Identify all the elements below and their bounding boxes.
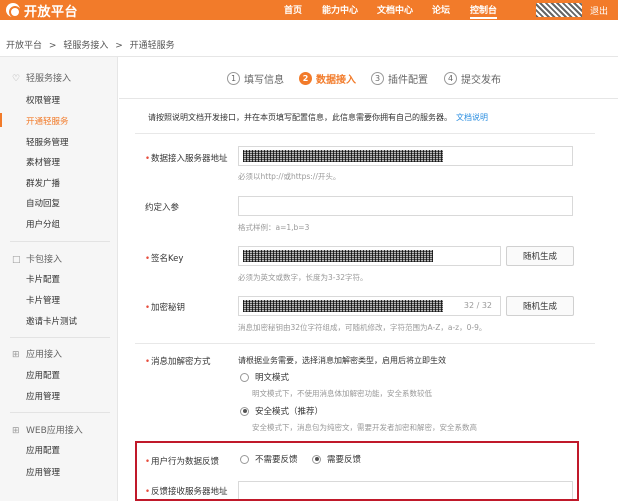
- breadcrumb-item: 开通轻服务: [129, 41, 175, 51]
- step-indicator: 1 填写信息 2 数据接入 3 插件配置 4 提交发布: [119, 57, 618, 99]
- sidebar-group-light-service[interactable]: ♡ 轻服务接入: [12, 71, 71, 84]
- masked-value: [243, 250, 433, 262]
- sidebar-item-materials[interactable]: 素材管理: [26, 156, 60, 168]
- heart-icon: ♡: [12, 74, 21, 84]
- char-counter: 32 / 32: [463, 301, 492, 310]
- plaintext-mode-desc: 明文模式下，不使用消息体加解密功能，安全系数较低: [252, 389, 432, 398]
- sidebar-item-app-config[interactable]: 应用配置: [26, 369, 60, 381]
- sidebar-group-card-package[interactable]: □ 卡包接入: [12, 252, 62, 265]
- grid-icon: ⊞: [12, 426, 20, 436]
- sidebar-item-web-app-config[interactable]: 应用配置: [26, 444, 60, 456]
- radio-secure-mode[interactable]: 安全模式（推荐）: [240, 405, 323, 417]
- step-submit-publish: 4 提交发布: [444, 71, 501, 86]
- server-url-hint: 必须以http://或https://开头。: [238, 172, 341, 181]
- sidebar-item-permissions[interactable]: 权限管理: [26, 94, 60, 106]
- breadcrumb-separator: >: [48, 41, 57, 51]
- nav-capability-center[interactable]: 能力中心: [322, 3, 358, 16]
- logo-icon: [6, 3, 21, 18]
- sidebar-item-web-app-management[interactable]: 应用管理: [26, 466, 60, 478]
- user-avatar-masked[interactable]: [536, 3, 582, 17]
- random-generate-key-button[interactable]: 随机生成: [506, 246, 574, 266]
- sidebar-item-user-groups[interactable]: 用户分组: [26, 218, 60, 230]
- sign-key-hint: 必须为英文或数字，长度为3-32字符。: [238, 273, 368, 282]
- sign-key-label: •签名Key: [145, 254, 184, 264]
- logo-text: 开放平台: [24, 4, 79, 20]
- sidebar-item-open-light-service[interactable]: 开通轻服务: [26, 115, 69, 127]
- nav-forum[interactable]: 论坛: [432, 3, 450, 16]
- breadcrumb-separator: >: [115, 41, 123, 51]
- params-input[interactable]: [238, 196, 573, 216]
- secret-label: •加密秘钥: [145, 303, 186, 313]
- breadcrumb-item[interactable]: 开放平台: [6, 41, 42, 51]
- server-url-input[interactable]: [238, 146, 573, 166]
- top-navigation-bar: 开放平台 首页 能力中心 文档中心 论坛 控制台 退出: [0, 0, 618, 20]
- radio-button-checked[interactable]: [240, 406, 249, 416]
- breadcrumb-item[interactable]: 轻服务接入: [63, 41, 108, 51]
- divider: [10, 241, 110, 242]
- docs-link[interactable]: 文档说明: [456, 113, 488, 122]
- server-url-label: •数据接入服务器地址: [145, 154, 228, 164]
- intro-text: 请按照说明文档开发接口，并在本页填写配置信息，此信息需要你拥有自己的服务器。 文档…: [148, 113, 488, 122]
- divider: [135, 133, 595, 134]
- highlight-annotation: [135, 441, 579, 501]
- divider: [10, 412, 110, 413]
- sidebar-item-broadcast[interactable]: 群发广播: [26, 177, 60, 189]
- divider: [135, 343, 595, 344]
- grid-icon: ⊞: [12, 350, 20, 360]
- square-icon: □: [12, 255, 21, 265]
- sidebar-item-card-management[interactable]: 卡片管理: [26, 294, 60, 306]
- active-indicator: [0, 113, 2, 127]
- step-plugin-config: 3 插件配置: [371, 71, 428, 86]
- nav-home[interactable]: 首页: [284, 3, 302, 16]
- step-fill-info: 1 填写信息: [227, 71, 284, 86]
- sidebar-item-light-service-management[interactable]: 轻服务管理: [26, 136, 69, 148]
- masked-value: [243, 300, 443, 312]
- radio-button[interactable]: [240, 372, 249, 382]
- divider: [10, 337, 110, 338]
- sidebar-item-card-config[interactable]: 卡片配置: [26, 273, 60, 285]
- breadcrumb: 开放平台 > 轻服务接入 > 开通轻服务: [6, 38, 179, 51]
- params-label: 约定入参: [145, 203, 180, 213]
- nav-docs-center[interactable]: 文档中心: [377, 3, 413, 16]
- random-generate-secret-button[interactable]: 随机生成: [506, 296, 574, 316]
- secret-input[interactable]: 32 / 32: [238, 296, 501, 316]
- radio-plaintext-mode[interactable]: 明文模式: [240, 371, 289, 383]
- sidebar: ♡ 轻服务接入 权限管理 开通轻服务 轻服务管理 素材管理 群发广播 自动回复 用…: [0, 57, 118, 501]
- masked-value: [243, 150, 443, 162]
- nav-console[interactable]: 控制台: [470, 3, 498, 19]
- step-data-access: 2 数据接入: [299, 71, 356, 86]
- sidebar-group-web-app-access[interactable]: ⊞ WEB应用接入: [12, 423, 83, 436]
- sign-key-input[interactable]: [238, 246, 501, 266]
- secret-hint: 消息加密秘钥由32位字符组成，可随机修改，字符范围为A-Z，a-z，0-9。: [238, 323, 487, 332]
- sidebar-item-auto-reply[interactable]: 自动回复: [26, 197, 60, 209]
- secure-mode-desc: 安全模式下，消息包为纯密文，需要开发者加密和解密，安全系数高: [252, 423, 477, 432]
- encrypt-mode-label: •消息加解密方式: [145, 357, 211, 367]
- params-hint: 格式样例：a=1,b=3: [238, 223, 310, 232]
- encrypt-mode-desc: 请根据业务需要，选择消息加解密类型，启用后将立即生效: [238, 356, 446, 365]
- sidebar-group-app-access[interactable]: ⊞ 应用接入: [12, 347, 62, 360]
- logo[interactable]: 开放平台: [6, 2, 79, 20]
- sidebar-item-app-management[interactable]: 应用管理: [26, 390, 60, 402]
- sidebar-item-invite-card-test[interactable]: 邀请卡片测试: [26, 315, 77, 327]
- logout-link[interactable]: 退出: [590, 4, 608, 17]
